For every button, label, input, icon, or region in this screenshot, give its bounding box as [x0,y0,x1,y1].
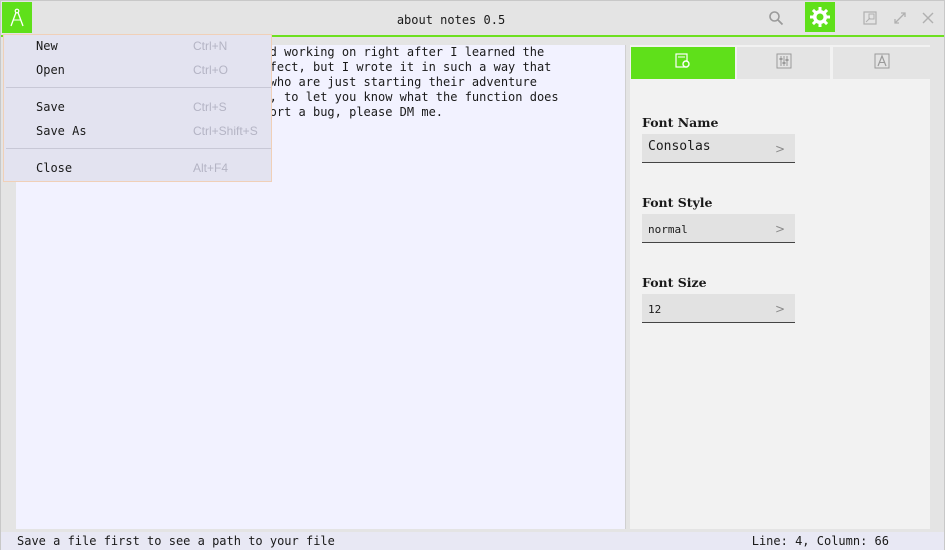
tab-text-style[interactable] [833,47,930,79]
tab-font-settings[interactable] [631,47,735,79]
settings-tabs [630,47,930,79]
chevron-right-icon: > [774,222,785,236]
chevron-right-icon: > [774,302,785,316]
file-menu: New Ctrl+N Open Ctrl+O Save Ctrl+S Save … [3,34,272,182]
menu-item-label: Open [36,63,65,77]
menu-item-open[interactable]: Open Ctrl+O [4,60,271,80]
font-style-select[interactable]: normal > [642,214,795,243]
font-name-value: Consolas [648,139,711,154]
font-name-select[interactable]: Consolas > [642,134,795,163]
menu-item-shortcut: Ctrl+Shift+S [193,124,258,138]
file-path-status: Save a file first to see a path to your … [17,534,335,548]
title-bar: about notes 0.5 [1,1,944,37]
font-style-value: normal [648,223,688,236]
font-name-label: Font Name [642,115,719,130]
cursor-position: Line: 4, Column: 66 [751,534,889,548]
menu-separator [6,148,271,149]
sliders-icon [776,53,792,73]
menu-item-shortcut: Alt+F4 [193,161,229,175]
settings-panel: Font Name Consolas > Font Style normal >… [630,45,930,529]
menu-separator [6,87,271,88]
window-title: about notes 0.5 [396,13,506,27]
restore-window-icon[interactable] [857,5,883,31]
font-size-select[interactable]: 12 > [642,294,795,323]
compass-logo-icon[interactable] [2,2,32,33]
menu-item-close[interactable]: Close Alt+F4 [4,158,271,178]
tab-sliders[interactable] [737,47,830,79]
menu-item-new[interactable]: New Ctrl+N [4,36,271,56]
menu-item-label: Save [36,100,65,114]
search-icon[interactable] [763,5,789,31]
gear-icon[interactable] [805,2,835,32]
menu-item-shortcut: Ctrl+O [193,63,229,77]
menu-item-shortcut: Ctrl+N [193,39,228,53]
status-bar: Save a file first to see a path to your … [1,532,944,550]
font-style-label: Font Style [642,195,713,210]
close-icon[interactable] [915,5,941,31]
menu-item-save-as[interactable]: Save As Ctrl+Shift+S [4,121,271,141]
menu-item-label: Close [36,161,73,175]
menu-item-shortcut: Ctrl+S [193,100,227,114]
text-style-icon [874,53,890,73]
menu-item-save[interactable]: Save Ctrl+S [4,97,271,117]
menu-item-label: Save As [36,124,87,138]
chevron-right-icon: > [774,142,785,156]
font-settings-icon [675,53,691,73]
font-size-value: 12 [648,303,662,316]
menu-item-label: New [36,39,58,53]
font-size-label: Font Size [642,275,707,290]
maximize-icon[interactable] [887,5,913,31]
